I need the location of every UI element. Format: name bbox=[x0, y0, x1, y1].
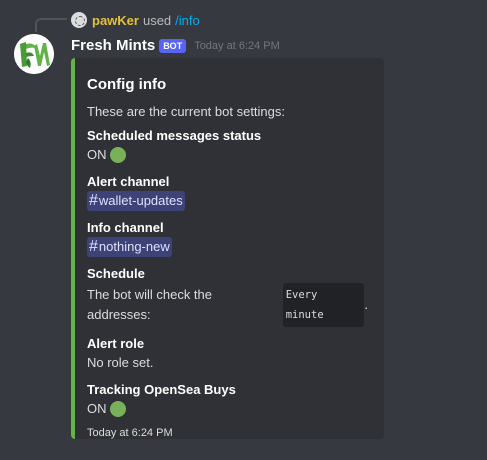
field-name: Tracking OpenSea Buys bbox=[87, 382, 236, 397]
field-info-channel: Info channel # nothing-new bbox=[87, 219, 368, 257]
schedule-code: Every minute bbox=[282, 283, 365, 327]
field-name: Alert channel bbox=[87, 174, 170, 189]
field-alert-role: Alert role No role set. bbox=[87, 335, 368, 373]
field-alert-channel: Alert channel # wallet-updates bbox=[87, 173, 368, 211]
field-name: Alert role bbox=[87, 336, 145, 351]
channel-mention[interactable]: # wallet-updates bbox=[87, 191, 185, 211]
hash-icon: # bbox=[89, 238, 98, 255]
status-text: ON bbox=[87, 401, 107, 416]
field-value: ON bbox=[87, 145, 368, 165]
embed-title: Config info bbox=[87, 76, 167, 93]
field-value: No role set. bbox=[87, 353, 368, 373]
field-name: Scheduled messages status bbox=[87, 128, 262, 143]
reply-used-text: used bbox=[142, 12, 172, 28]
field-value: # nothing-new bbox=[87, 237, 368, 257]
reply-context[interactable]: pawKer used /info bbox=[71, 12, 200, 28]
author-avatar[interactable] bbox=[14, 34, 54, 74]
field-value: The bot will check the addresses: Every … bbox=[87, 283, 368, 327]
fresh-mints-logo-icon bbox=[14, 34, 54, 74]
bot-badge: BOT bbox=[159, 38, 187, 53]
role-text: No role set. bbox=[87, 355, 154, 370]
reply-command[interactable]: /info bbox=[175, 13, 200, 28]
field-name: Info channel bbox=[87, 220, 164, 235]
green-circle-icon bbox=[109, 147, 126, 163]
field-opensea-buys: Tracking OpenSea Buys ON bbox=[87, 381, 368, 419]
message-timestamp[interactable]: Today at 6:24 PM bbox=[194, 40, 280, 52]
schedule-suffix: . bbox=[364, 297, 368, 312]
channel-name: wallet-updates bbox=[98, 193, 183, 208]
field-schedule: Schedule The bot will check the addresse… bbox=[87, 265, 368, 327]
green-circle-icon bbox=[109, 401, 126, 417]
status-text: ON bbox=[87, 147, 107, 162]
channel-mention[interactable]: # nothing-new bbox=[87, 237, 172, 257]
embed-description: These are the current bot settings: bbox=[87, 104, 285, 119]
author-name[interactable]: Fresh Mints bbox=[71, 37, 155, 54]
hash-icon: # bbox=[89, 192, 98, 209]
schedule-text: The bot will check the addresses: bbox=[87, 287, 213, 322]
embed-footer-timestamp: Today at 6:24 PM bbox=[87, 427, 173, 439]
field-name: Schedule bbox=[87, 266, 145, 281]
field-value: ON bbox=[87, 399, 368, 419]
message-header: Fresh Mints BOT Today at 6:24 PM bbox=[71, 37, 280, 54]
embed-card: Config info These are the current bot se… bbox=[71, 58, 384, 439]
channel-name: nothing-new bbox=[98, 239, 170, 254]
reply-username[interactable]: pawKer bbox=[92, 13, 139, 28]
reply-connector bbox=[35, 18, 67, 32]
reply-avatar-icon[interactable] bbox=[71, 12, 87, 28]
field-scheduled-status: Scheduled messages status ON bbox=[87, 127, 368, 165]
field-value: # wallet-updates bbox=[87, 191, 368, 211]
